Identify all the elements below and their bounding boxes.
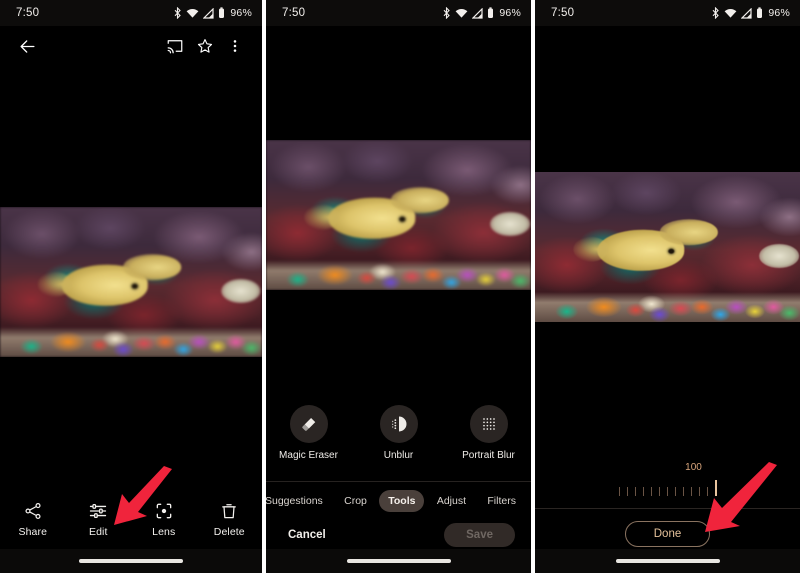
panel-unblur-slider: 7:50 96% 100 Done xyxy=(535,0,800,573)
tool-unblur-label: Unblur xyxy=(383,450,414,461)
status-icons: 96% xyxy=(173,7,252,19)
more-vert-icon[interactable] xyxy=(220,31,250,61)
slider-tick xyxy=(658,487,660,496)
panel-editor-tools: 7:50 96% Magic Eraser Unblur Portrait Bl… xyxy=(266,0,531,573)
status-icons: 96% xyxy=(442,7,521,19)
photo-action-bar: Share Edit Lens Delete xyxy=(0,491,262,547)
action-edit[interactable]: Edit xyxy=(67,501,129,538)
slider-tick xyxy=(698,487,700,496)
slider-footer: Done xyxy=(535,518,800,550)
status-icons: 96% xyxy=(711,7,790,19)
system-nav-bar-1 xyxy=(0,549,262,573)
status-clock: 7:50 xyxy=(282,7,306,19)
back-arrow-icon[interactable] xyxy=(12,31,42,61)
panel-photo-viewer: 7:50 96% Share Edit Lens Delete xyxy=(0,0,262,573)
system-nav-bar-2 xyxy=(266,549,531,573)
photo-aquarium-unblurred[interactable] xyxy=(535,172,800,322)
battery-percent: 96% xyxy=(768,7,790,19)
signal-icon xyxy=(741,7,752,19)
slider-tick xyxy=(674,487,676,496)
photo-aquarium[interactable] xyxy=(266,140,531,290)
action-delete-label: Delete xyxy=(213,525,245,538)
action-lens-label: Lens xyxy=(152,525,176,538)
action-delete[interactable]: Delete xyxy=(198,501,260,538)
save-button[interactable]: Save xyxy=(444,523,515,547)
wifi-icon xyxy=(455,8,468,19)
tab-suggestions[interactable]: Suggestions xyxy=(266,490,332,512)
status-clock: 7:50 xyxy=(551,7,575,19)
tool-magic-eraser-label: Magic Eraser xyxy=(279,450,338,461)
battery-icon xyxy=(218,7,225,19)
slider-tick xyxy=(666,487,668,496)
slider-tick xyxy=(682,487,684,496)
status-bar: 7:50 96% xyxy=(535,0,800,26)
tool-unblur[interactable]: Unblur xyxy=(361,405,437,461)
screenshot-triptych: 7:50 96% Share Edit Lens Delete 7:50 96%… xyxy=(0,0,800,573)
slider-tick xyxy=(690,487,692,496)
system-nav-bar-3 xyxy=(535,549,800,573)
slider-tick xyxy=(626,487,628,496)
action-share-label: Share xyxy=(18,525,48,538)
slider-tick xyxy=(642,487,644,496)
home-indicator[interactable] xyxy=(79,559,183,563)
slider-ticks[interactable] xyxy=(535,480,800,496)
fish-tertiary xyxy=(489,212,530,236)
home-indicator[interactable] xyxy=(346,559,451,563)
editor-footer: Cancel Save xyxy=(266,521,531,549)
battery-icon xyxy=(756,7,763,19)
signal-icon xyxy=(472,7,483,19)
photo-aquarium[interactable] xyxy=(0,207,262,357)
star-icon[interactable] xyxy=(190,31,220,61)
editor-tools-row: Magic Eraser Unblur Portrait Blur xyxy=(266,405,531,461)
status-bar: 7:50 96% xyxy=(266,0,531,26)
slider-divider xyxy=(535,508,800,509)
tab-adjust[interactable]: Adjust xyxy=(428,490,475,512)
wifi-icon xyxy=(724,8,737,19)
tool-portrait-blur[interactable]: Portrait Blur xyxy=(451,405,527,461)
home-indicator[interactable] xyxy=(615,559,720,563)
status-clock: 7:50 xyxy=(16,7,40,19)
bluetooth-icon xyxy=(173,7,182,19)
unblur-strength-slider[interactable]: 100 xyxy=(535,462,800,506)
photo-app-bar xyxy=(0,26,262,66)
slider-tick xyxy=(706,487,708,496)
slider-tick xyxy=(650,487,652,496)
fish-tertiary xyxy=(221,279,261,303)
action-lens[interactable]: Lens xyxy=(133,501,195,538)
editor-divider xyxy=(266,481,531,482)
editor-tab-bar: Suggestions Crop Tools Adjust Filters xyxy=(266,488,531,514)
battery-percent: 96% xyxy=(230,7,252,19)
slider-tick xyxy=(634,487,636,496)
tab-crop[interactable]: Crop xyxy=(335,490,376,512)
fish-tertiary xyxy=(758,244,799,268)
action-edit-label: Edit xyxy=(89,525,108,538)
tool-portrait-blur-label: Portrait Blur xyxy=(462,450,515,461)
unblur-icon xyxy=(379,405,418,443)
fish-secondary xyxy=(123,254,181,280)
tab-tools[interactable]: Tools xyxy=(379,490,425,512)
fish-secondary xyxy=(659,219,718,245)
eraser-icon xyxy=(289,405,328,443)
tool-magic-eraser[interactable]: Magic Eraser xyxy=(271,405,347,461)
bluetooth-icon xyxy=(711,7,720,19)
signal-icon xyxy=(203,7,214,19)
bluetooth-icon xyxy=(442,7,451,19)
battery-percent: 96% xyxy=(499,7,521,19)
slider-value-label: 100 xyxy=(685,462,702,473)
battery-icon xyxy=(487,7,494,19)
status-bar: 7:50 96% xyxy=(0,0,262,26)
cast-icon[interactable] xyxy=(160,31,190,61)
tab-filters[interactable]: Filters xyxy=(478,490,525,512)
slider-tick xyxy=(618,487,620,496)
portrait-blur-icon xyxy=(469,405,508,443)
wifi-icon xyxy=(186,8,199,19)
slider-thumb[interactable] xyxy=(714,480,717,496)
fish-secondary xyxy=(390,187,449,213)
cancel-button[interactable]: Cancel xyxy=(282,524,332,546)
action-share[interactable]: Share xyxy=(2,501,64,538)
done-button[interactable]: Done xyxy=(624,521,711,547)
